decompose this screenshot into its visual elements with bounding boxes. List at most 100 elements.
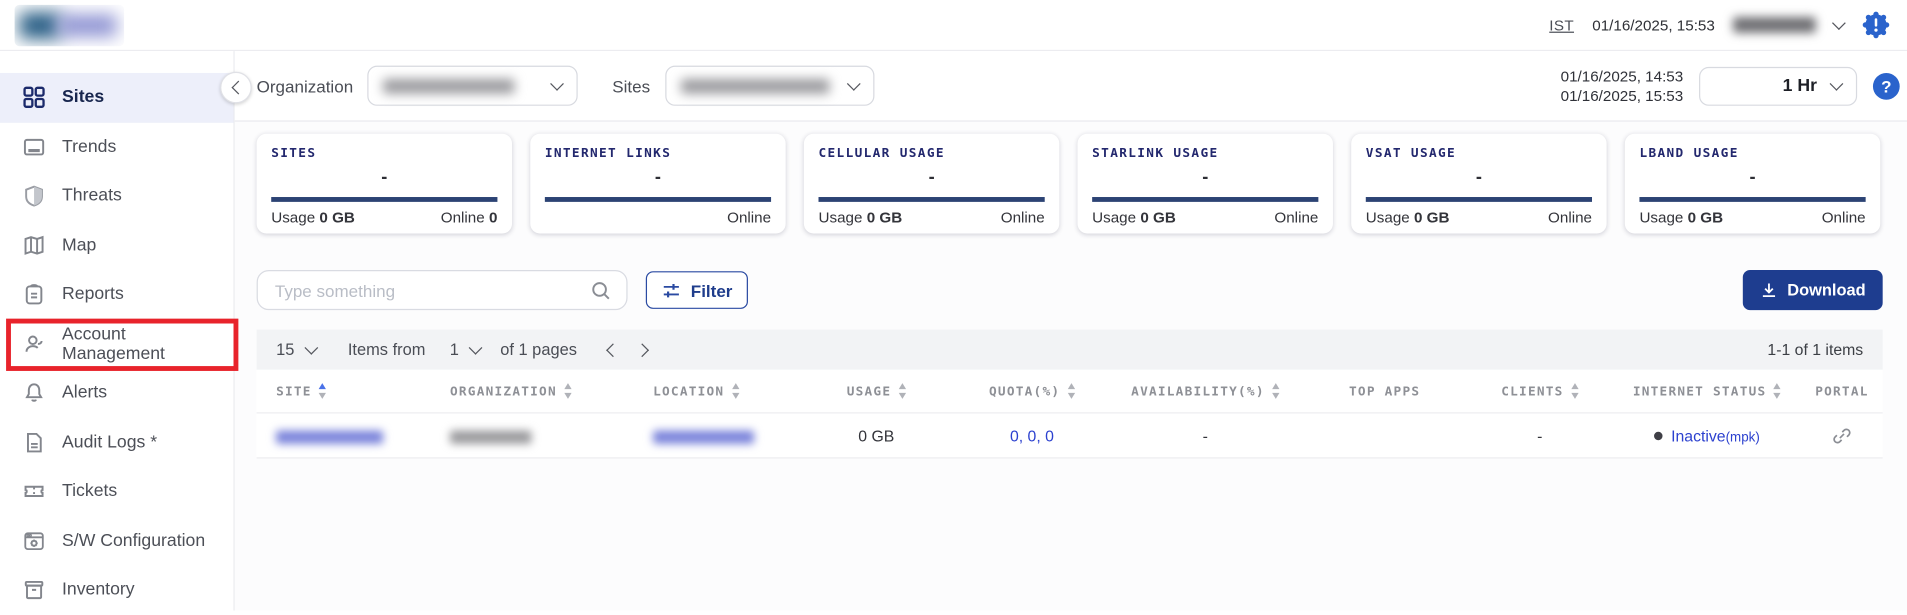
column-header-organization[interactable]: ORGANIZATION <box>431 383 634 398</box>
map-icon <box>22 233 46 257</box>
topbar-right: IST 01/16/2025, 15:53 <box>1549 11 1890 39</box>
column-header-site[interactable]: SITE <box>257 383 431 398</box>
organization-select[interactable] <box>368 66 578 106</box>
pages-label: of 1 pages <box>500 341 577 359</box>
column-header-usage[interactable]: USAGE <box>797 383 956 398</box>
card-footer: Usage 0 GB Online <box>819 209 1045 226</box>
sidebar-item-audit-logs[interactable]: Audit Logs * <box>0 418 234 467</box>
sidebar-item-map[interactable]: Map <box>0 221 234 270</box>
card-footer: Online <box>545 209 771 226</box>
card-divider-bar <box>271 197 497 202</box>
sort-icon[interactable] <box>564 383 571 398</box>
chevron-down-icon <box>551 76 565 90</box>
organization-value-redacted <box>384 78 515 93</box>
usage-label: Usage <box>1092 209 1136 226</box>
sidebar-item-threats[interactable]: Threats <box>0 171 234 220</box>
table-header-row: SITE ORGANIZATION LOCATION USAGE <box>257 370 1883 414</box>
shield-icon <box>22 184 46 208</box>
sort-icon[interactable] <box>1571 383 1578 398</box>
cell-clients: - <box>1467 426 1613 444</box>
previous-page-icon[interactable] <box>607 343 621 357</box>
sort-icon[interactable] <box>319 383 326 398</box>
chevron-down-icon <box>846 76 860 90</box>
card-divider-bar <box>1639 197 1865 202</box>
monitor-icon <box>22 135 46 159</box>
card-footer: Usage 0 GB Online <box>1092 209 1318 226</box>
duration-value: 1 Hr <box>1783 76 1817 95</box>
sidebar-collapse-button[interactable] <box>220 72 252 104</box>
page-size-select[interactable]: 15 <box>276 341 316 359</box>
usage-label: Usage <box>819 209 863 226</box>
card-divider-bar <box>1092 197 1318 202</box>
download-button[interactable]: Download <box>1742 270 1882 310</box>
card-footer: Usage 0 GB Online <box>1639 209 1865 226</box>
sidebar-item-trends[interactable]: Trends <box>0 122 234 171</box>
sidebar-item-label: Map <box>62 236 96 255</box>
card-starlink-usage: STARLINK USAGE - Usage 0 GB Online <box>1078 134 1333 234</box>
sidebar-item-account-management[interactable]: Account Management <box>0 319 234 368</box>
cell-portal[interactable] <box>1801 425 1882 446</box>
filter-button[interactable]: Filter <box>646 271 748 309</box>
column-header-availability[interactable]: AVAILABILITY(%) <box>1108 383 1303 398</box>
card-title: STARLINK USAGE <box>1092 146 1318 161</box>
column-header-location[interactable]: LOCATION <box>634 383 797 398</box>
cell-quota[interactable]: 0, 0, 0 <box>956 426 1108 444</box>
sidebar-item-label: Trends <box>62 137 116 156</box>
download-label: Download <box>1787 281 1865 299</box>
help-icon[interactable]: ? <box>1873 72 1900 99</box>
chevron-down-icon[interactable] <box>1832 16 1846 30</box>
sites-table: SITE ORGANIZATION LOCATION USAGE <box>257 370 1883 459</box>
online-value: 0 <box>489 209 497 226</box>
card-title: INTERNET LINKS <box>545 146 771 161</box>
card-value: - <box>1366 167 1592 188</box>
box-icon <box>22 578 46 602</box>
current-datetime: 01/16/2025, 15:53 <box>1592 16 1715 33</box>
sort-icon[interactable] <box>899 383 906 398</box>
cell-site-redacted[interactable] <box>257 426 431 444</box>
sidebar-item-tickets[interactable]: Tickets <box>0 467 234 516</box>
notification-badge-icon[interactable] <box>1862 11 1890 39</box>
sidebar-item-sw-configuration[interactable]: S/W Configuration <box>0 516 234 565</box>
timezone-link[interactable]: IST <box>1549 16 1574 33</box>
online-label: Online <box>727 209 771 226</box>
user-icon <box>22 332 46 356</box>
card-footer: Usage 0 GB Online 0 <box>271 209 497 226</box>
download-icon <box>1759 281 1777 299</box>
card-divider-bar <box>819 197 1045 202</box>
topbar: IST 01/16/2025, 15:53 <box>0 0 1907 51</box>
sites-select[interactable] <box>665 66 874 106</box>
sidebar-item-label: Tickets <box>62 482 117 501</box>
sidebar-item-inventory[interactable]: Inventory <box>0 566 234 615</box>
card-value: - <box>1092 167 1318 188</box>
app-window: IST 01/16/2025, 15:53 <box>0 0 1907 611</box>
header-right: 01/16/2025, 14:53 01/16/2025, 15:53 1 Hr… <box>1561 66 1900 105</box>
page-number-select[interactable]: 1 <box>450 341 481 359</box>
duration-select[interactable]: 1 Hr <box>1699 66 1857 105</box>
sidebar-item-reports[interactable]: Reports <box>0 270 234 319</box>
usage-value: 0 GB <box>867 209 902 226</box>
sidebar-item-label: Inventory <box>62 580 135 599</box>
online-label: Online <box>1274 209 1318 226</box>
card-title: SITES <box>271 146 497 161</box>
cell-internet-status[interactable]: Inactive(mpk) <box>1613 426 1802 444</box>
sidebar-item-alerts[interactable]: Alerts <box>0 369 234 418</box>
cell-availability: - <box>1108 426 1303 444</box>
sites-label: Sites <box>612 76 650 95</box>
bell-icon <box>22 381 46 405</box>
sidebar-item-sites[interactable]: Sites <box>0 73 234 122</box>
sort-icon[interactable] <box>732 383 739 398</box>
card-divider-bar <box>545 197 771 202</box>
card-cellular-usage: CELLULAR USAGE - Usage 0 GB Online <box>804 134 1059 234</box>
column-header-internet-status[interactable]: INTERNET STATUS <box>1613 383 1802 398</box>
sort-icon[interactable] <box>1068 383 1075 398</box>
next-page-icon[interactable] <box>636 343 650 357</box>
status-label: Inactive <box>1671 426 1726 444</box>
sort-icon[interactable] <box>1774 383 1781 398</box>
column-header-quota[interactable]: QUOTA(%) <box>956 383 1108 398</box>
column-header-top-apps: TOP APPS <box>1303 384 1467 399</box>
sort-icon[interactable] <box>1272 383 1279 398</box>
search-input[interactable] <box>272 279 589 301</box>
username-redacted[interactable] <box>1733 17 1816 33</box>
column-header-clients[interactable]: CLIENTS <box>1467 383 1613 398</box>
cell-location-redacted[interactable] <box>634 426 797 444</box>
